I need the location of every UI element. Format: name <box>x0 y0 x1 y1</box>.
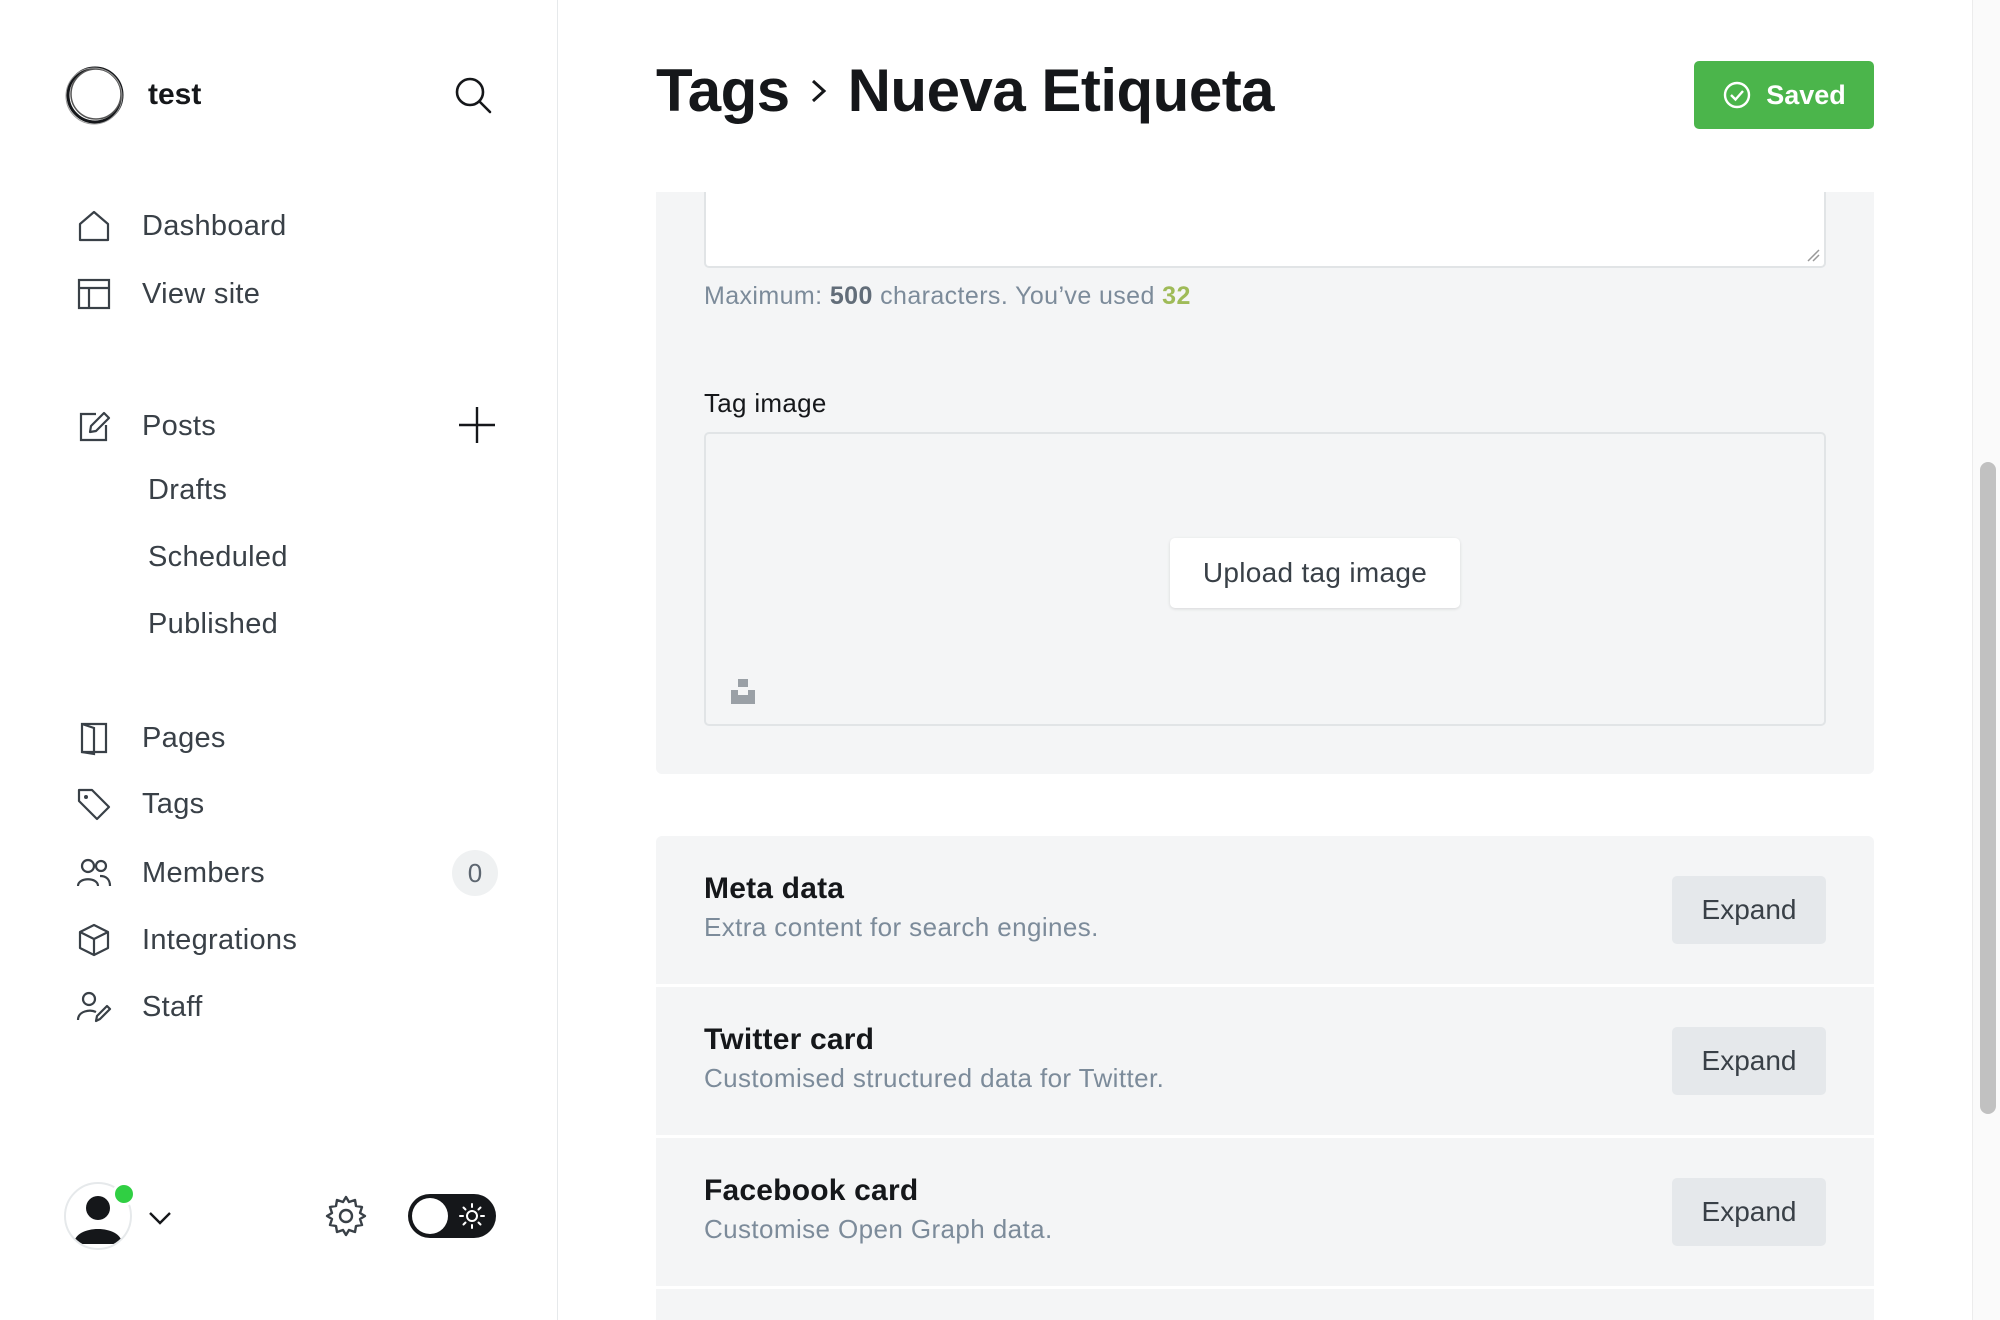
hint-prefix: Maximum: <box>704 282 823 310</box>
twitter-card-desc: Customised structured data for Twitter. <box>704 1063 1165 1093</box>
nav-staff[interactable]: Staff <box>76 985 203 1029</box>
plus-icon[interactable] <box>456 404 498 446</box>
breadcrumb-tags[interactable]: Tags <box>656 56 790 125</box>
chevron-right-icon <box>811 79 826 102</box>
ghost-logo-icon <box>65 66 124 125</box>
tag-form-panel: Maximum: 500 characters. You’ve used 32 … <box>656 192 1874 774</box>
nav-view-site[interactable]: View site <box>76 272 260 316</box>
chevron-down-icon[interactable] <box>146 1204 174 1232</box>
saved-label: Saved <box>1766 79 1846 110</box>
meta-data-desc: Extra content for search engines. <box>704 912 1099 942</box>
nav-published[interactable]: Published <box>148 608 278 641</box>
check-circle-icon <box>1724 81 1751 109</box>
nav-tags-label: Tags <box>142 787 205 820</box>
facebook-card-desc: Customise Open Graph data. <box>704 1214 1053 1244</box>
brand[interactable]: test <box>64 64 201 126</box>
nav-dashboard-label: Dashboard <box>142 209 287 242</box>
nav-pages[interactable]: Pages <box>76 716 226 760</box>
meta-data-expand-button[interactable]: Expand <box>1672 876 1826 944</box>
users-icon <box>76 855 112 891</box>
toggle-knob <box>412 1198 448 1234</box>
hint-used: 32 <box>1162 282 1191 310</box>
character-count-hint: Maximum: 500 characters. You’ve used 32 <box>704 282 1191 311</box>
nav-posts[interactable]: Posts <box>76 404 216 448</box>
online-status-dot <box>112 1182 136 1206</box>
upload-tag-image-button[interactable]: Upload tag image <box>1170 538 1460 608</box>
meta-data-title: Meta data <box>704 872 845 905</box>
facebook-card-expand-button[interactable]: Expand <box>1672 1178 1826 1246</box>
hint-middle: characters. You’ve used <box>880 282 1155 310</box>
site-name: test <box>148 78 202 111</box>
sun-icon <box>459 1203 485 1229</box>
search-icon[interactable] <box>452 74 494 116</box>
nav-integrations-label: Integrations <box>142 923 298 956</box>
facebook-card-title: Facebook card <box>704 1174 919 1207</box>
tag-icon <box>76 786 112 822</box>
unsplash-icon[interactable] <box>728 676 758 706</box>
staff-icon <box>76 989 112 1025</box>
tag-image-label: Tag image <box>704 388 827 418</box>
page-icon <box>76 720 112 756</box>
tag-image-dropzone[interactable]: Upload tag image <box>704 432 1826 726</box>
breadcrumb-current: Nueva Etiqueta <box>847 57 1275 124</box>
nav-pages-label: Pages <box>142 721 226 754</box>
nav-members-label: Members <box>142 856 265 889</box>
hint-max: 500 <box>829 282 873 310</box>
nav-members[interactable]: Members <box>76 851 265 895</box>
nav-tags[interactable]: Tags <box>76 782 204 826</box>
theme-toggle[interactable] <box>408 1194 496 1238</box>
facebook-card-section: Facebook card Customise Open Graph data.… <box>656 1138 1874 1286</box>
twitter-card-title: Twitter card <box>704 1023 875 1056</box>
members-count-badge: 0 <box>452 850 498 896</box>
nav-scheduled[interactable]: Scheduled <box>148 541 288 574</box>
twitter-card-section: Twitter card Customised structured data … <box>656 987 1874 1135</box>
nav-posts-label: Posts <box>142 409 217 442</box>
nav-staff-label: Staff <box>142 990 203 1023</box>
meta-data-section: Meta data Extra content for search engin… <box>656 836 1874 984</box>
sidebar: test Dashboard View site Posts Drafts Sc… <box>0 0 558 1320</box>
layout-icon <box>76 276 112 312</box>
nav-dashboard[interactable]: Dashboard <box>76 204 287 248</box>
home-icon <box>76 208 112 244</box>
gear-icon[interactable] <box>324 1194 368 1238</box>
page-title: Tags Nueva Etiqueta <box>656 56 1275 125</box>
saved-button[interactable]: Saved <box>1694 61 1874 129</box>
next-section-partial <box>656 1289 1874 1320</box>
main-content: Tags Nueva Etiqueta Saved Maximum: 500 c… <box>558 0 1972 1320</box>
nav-view-site-label: View site <box>142 277 261 310</box>
resize-handle-icon[interactable] <box>1806 248 1820 262</box>
nav-integrations[interactable]: Integrations <box>76 918 297 962</box>
edit-icon <box>76 408 112 444</box>
nav-drafts[interactable]: Drafts <box>148 474 227 507</box>
twitter-card-expand-button[interactable]: Expand <box>1672 1027 1826 1095</box>
scrollbar-thumb[interactable] <box>1980 462 1996 1114</box>
box-icon <box>76 922 112 958</box>
description-textarea[interactable] <box>704 192 1826 268</box>
